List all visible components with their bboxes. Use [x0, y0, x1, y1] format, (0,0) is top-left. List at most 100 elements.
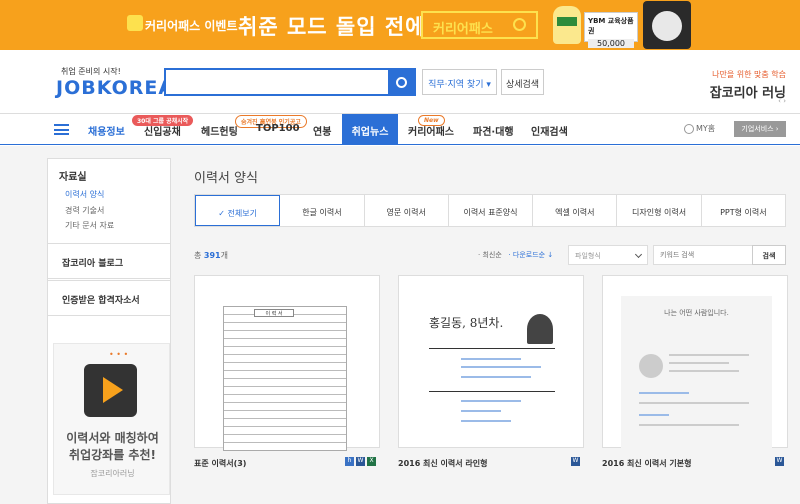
preview-row	[461, 410, 501, 412]
count-prefix: 총	[194, 251, 202, 260]
word-file-icon: W	[775, 457, 784, 466]
preview-row	[461, 366, 541, 368]
hwp-file-icon: h	[345, 457, 354, 466]
nav-item-careerpass[interactable]: 커리어패스 New	[408, 115, 454, 138]
excel-file-icon: X	[367, 457, 376, 466]
nav-item-salary[interactable]: 연봉	[313, 123, 331, 138]
template-name-1[interactable]: 표준 이력서(3)	[194, 458, 246, 469]
preview-title: 나는 어떤 사람입니다.	[664, 309, 729, 317]
advanced-search-button[interactable]: 상세검색	[501, 69, 544, 95]
content-area: 자료실 이력서 양식 경력 기술서 기타 문서 자료 잡코리아 블로그 인증받은…	[0, 146, 800, 504]
template-name-2[interactable]: 2016 최신 이력서 라인형	[398, 458, 488, 469]
nav-item-news[interactable]: 취업뉴스	[342, 114, 398, 145]
search-input[interactable]	[166, 70, 388, 94]
promo-banner[interactable]: 커리어패스 이벤트 취준 모드 돌입 전에 커리어패스 YBM 교육상품권 50,…	[0, 0, 800, 50]
template-card-2[interactable]: 홍길동, 8년차.	[398, 275, 584, 448]
corp-service-button[interactable]: 기업서비스 ›	[734, 121, 786, 137]
preview-row	[639, 392, 689, 394]
template-preview: 나는 어떤 사람입니다.	[621, 296, 772, 451]
my-home-label: MY홈	[696, 124, 716, 133]
template-preview: 이 력 서	[223, 306, 347, 451]
keyword-input[interactable]	[653, 245, 753, 265]
tab-standard[interactable]: 이력서 표준양식	[449, 195, 534, 226]
sidebar-essay-link[interactable]: 인증받은 합격자소서	[48, 280, 170, 316]
ad-dots: • • •	[109, 350, 129, 359]
banner-careerpass-box[interactable]: 커리어패스	[421, 11, 538, 39]
nav-item-talent-search[interactable]: 인재검색	[531, 123, 568, 138]
side-ad-sub: 잡코리아러닝	[90, 469, 135, 478]
sidebar-heading: 자료실	[59, 172, 87, 183]
gift-icon	[127, 15, 143, 31]
sort-latest[interactable]: · 최신순	[478, 251, 502, 259]
logo-tagline: 취업 준비의 시작!	[61, 67, 121, 76]
tab-design[interactable]: 디자인형 이력서	[617, 195, 702, 226]
file-type-select[interactable]: 파일형식	[568, 245, 648, 265]
nav-item-jobs[interactable]: 채용정보	[88, 123, 125, 138]
count-value: 391	[203, 251, 221, 260]
keyword-search-button[interactable]: 검색	[752, 245, 786, 265]
preview-row	[669, 362, 729, 364]
preview-divider	[429, 391, 555, 392]
template-name-3[interactable]: 2016 최신 이력서 기본형	[602, 458, 692, 469]
nav-item-top100[interactable]: TOP100	[256, 123, 300, 134]
preview-divider	[429, 348, 555, 349]
count-suffix: 개	[220, 251, 228, 260]
tab-excel[interactable]: 엑셀 이력서	[533, 195, 618, 226]
sort-download[interactable]: · 다운로드순 ↓	[508, 251, 553, 259]
ad-pager-arrows[interactable]: ‹ ›	[778, 97, 786, 105]
play-icon	[84, 364, 137, 417]
job-region-label: 직무·지역 찾기	[428, 80, 484, 90]
nav-label-headhunting: 헤드헌팅	[201, 127, 238, 138]
preview-row	[461, 400, 521, 402]
template-card-3[interactable]: 나는 어떤 사람입니다.	[602, 275, 788, 451]
preview-row	[461, 358, 521, 360]
milk-label-decor	[557, 17, 577, 26]
nav-label-careerpass: 커리어패스	[408, 127, 454, 138]
nav-item-headhunting[interactable]: 헤드헌팅 숨겨진 高연봉 인기공고	[201, 115, 307, 138]
hamburger-menu-icon[interactable]	[54, 124, 69, 135]
sidebar-item-etc[interactable]: 기타 문서 자료	[65, 220, 114, 231]
preview-row	[639, 402, 749, 404]
tab-english[interactable]: 영문 이력서	[365, 195, 449, 226]
tab-hangul[interactable]: 한글 이력서	[280, 195, 365, 226]
sidebar-blog-link[interactable]: 잡코리아 블로그	[48, 243, 170, 279]
sidebar-item-career[interactable]: 경력 기술서	[65, 205, 104, 216]
banner-headline: 취준 모드 돌입 전에	[238, 15, 426, 39]
page-title: 이력서 양식	[194, 171, 258, 186]
tab-ppt[interactable]: PPT형 이력서	[702, 195, 785, 226]
tab-all[interactable]: ✓ 전체보기	[195, 195, 281, 226]
word-file-icon: W	[356, 457, 365, 466]
preview-row	[639, 414, 669, 416]
preview-title: 홍길동, 8년차.	[429, 316, 504, 330]
job-region-select[interactable]: 직무·지역 찾기 ▾	[422, 69, 497, 95]
nav-badge-new: New	[418, 115, 445, 126]
template-preview: 홍길동, 8년차.	[413, 296, 570, 451]
user-icon	[684, 123, 694, 134]
logo-name: JOBKOREA	[56, 77, 175, 99]
learning-ad[interactable]: 나만을 위한 맞춤 학습 잡코리아 러닝	[710, 69, 786, 101]
search-box	[164, 68, 416, 96]
banner-box-label: 커리어패스	[433, 22, 493, 37]
voucher-value: 50,000	[588, 39, 634, 48]
learning-ad-title: 잡코리아 러닝	[709, 86, 786, 101]
device-lens	[652, 11, 682, 41]
nav-item-dispatch[interactable]: 파견·대행	[473, 123, 514, 138]
search-button[interactable]	[388, 70, 414, 94]
side-ad-line1: 이력서와 매칭하여	[66, 431, 159, 445]
search-icon	[513, 18, 526, 31]
learning-ad-tag: 나만을 위한 맞춤 학습	[712, 70, 786, 79]
result-count: 총 391개	[194, 250, 228, 261]
preview-row	[461, 376, 531, 378]
main-nav: 채용정보 신입공채 30대 그룹 공채시작 헤드헌팅 숨겨진 高연봉 인기공고 TO…	[0, 113, 800, 145]
sidebar: 자료실 이력서 양식 경력 기술서 기타 문서 자료 잡코리아 블로그 인증받은…	[47, 158, 171, 504]
sidebar-item-resume[interactable]: 이력서 양식	[65, 189, 104, 200]
learning-side-ad[interactable]: • • • 이력서와 매칭하여취업강좌를 추천! 잡코리아러닝	[53, 343, 170, 495]
side-ad-line2: 취업강좌를 추천!	[69, 448, 156, 462]
template-card-1[interactable]: 이 력 서	[194, 275, 380, 451]
preview-row	[669, 370, 739, 372]
category-tabs: ✓ 전체보기 한글 이력서 영문 이력서 이력서 표준양식 엑셀 이력서 디자인…	[194, 194, 786, 227]
nav-item-new-grad[interactable]: 신입공채 30대 그룹 공채시작	[132, 115, 194, 138]
side-ad-text: 이력서와 매칭하여취업강좌를 추천!	[54, 430, 171, 464]
my-home-link[interactable]: MY홈	[684, 123, 715, 134]
preview-title: 이 력 서	[254, 309, 294, 317]
